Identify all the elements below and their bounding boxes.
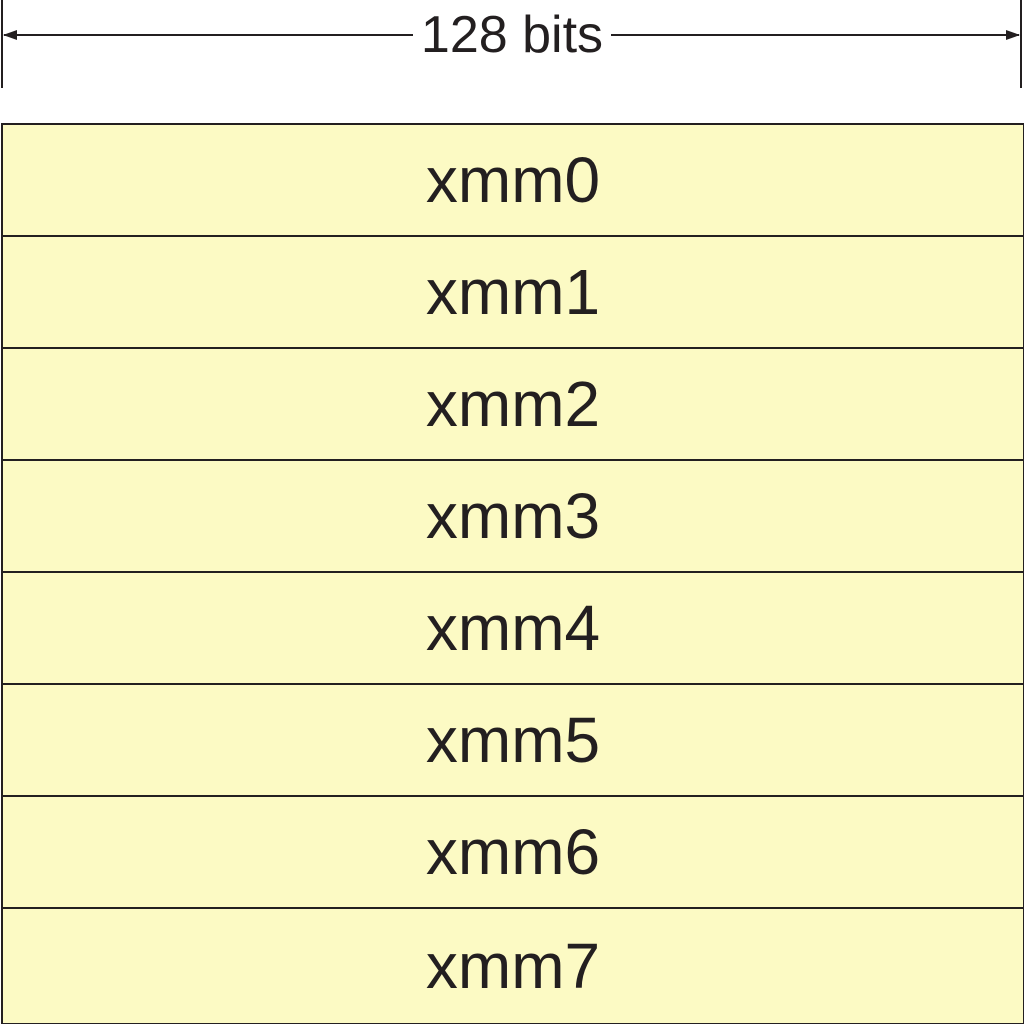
register-row-xmm1: xmm1 [3,237,1023,349]
register-row-xmm7: xmm7 [425,930,601,1002]
left-arrowhead-icon [3,30,17,40]
right-arrowhead-icon [1006,30,1020,40]
register-row-xmm3: xmm3 [3,461,1023,573]
dimension-arrow [1,0,1022,88]
register-stack: xmm0 xmm1 xmm2 xmm3 xmm4 xmm5 xmm6 xmm7 [1,123,1024,1024]
register-row-xmm0: xmm0 [3,125,1023,237]
register-row-xmm5: xmm5 [3,685,1023,797]
register-row-xmm6: xmm6 [3,797,1023,909]
bit-width-indicator: 128 bits [0,0,1024,90]
register-row-xmm2: xmm2 [3,349,1023,461]
register-row-xmm4: xmm4 [3,573,1023,685]
diagram-canvas: 128 bits xmm0 xmm1 xmm2 xmm3 xmm4 xmm5 x… [0,0,1024,1024]
